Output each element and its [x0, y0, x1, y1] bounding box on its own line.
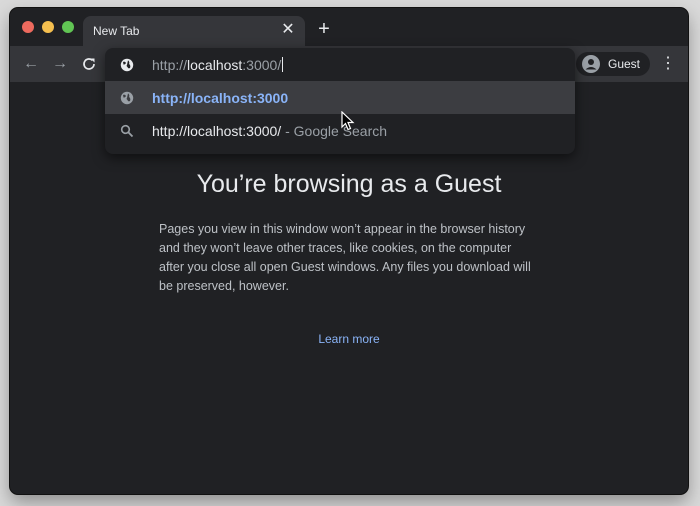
- suggestion-search[interactable]: http://localhost:3000/ - Google Search: [105, 114, 575, 147]
- learn-more-link[interactable]: Learn more: [10, 332, 688, 346]
- tab-new-tab[interactable]: New Tab ✕: [83, 16, 305, 46]
- close-window-button[interactable]: [22, 21, 34, 33]
- search-icon: [120, 124, 134, 138]
- address-scheme: http://: [152, 57, 188, 73]
- guest-description: Pages you view in this window won’t appe…: [159, 222, 531, 293]
- address-text: http://localhost:3000/: [152, 57, 284, 73]
- close-icon[interactable]: ✕: [279, 21, 297, 39]
- avatar-icon: [582, 55, 600, 73]
- arrow-left-icon[interactable]: ←: [19, 52, 43, 76]
- profile-button[interactable]: Guest: [576, 52, 650, 76]
- minimize-window-button[interactable]: [42, 21, 54, 33]
- suggestion-search-engine: - Google Search: [281, 123, 388, 139]
- tab-strip: New Tab ✕ +: [10, 8, 688, 46]
- suggestion-url[interactable]: http://localhost:3000: [105, 81, 575, 114]
- text-caret: [282, 57, 284, 72]
- reload-icon[interactable]: [77, 52, 101, 76]
- suggestion-search-query: http://localhost:3000/: [152, 123, 282, 139]
- maximize-window-button[interactable]: [62, 21, 74, 33]
- globe-icon: [120, 58, 134, 72]
- address-port: :3000/: [242, 57, 282, 73]
- page-heading: You’re browsing as a Guest: [196, 170, 502, 198]
- profile-label: Guest: [608, 57, 641, 71]
- address-host: localhost: [187, 57, 243, 73]
- plus-icon[interactable]: +: [314, 19, 334, 39]
- address-input[interactable]: http://localhost:3000/: [105, 48, 575, 81]
- globe-icon: [120, 91, 134, 105]
- more-vert-icon[interactable]: ⋮: [660, 52, 676, 76]
- browser-window: New Tab ✕ + ← → Guest ⋮ http://localhost…: [10, 8, 688, 494]
- tab-title: New Tab: [93, 24, 140, 38]
- suggestion-url-text: http://localhost:3000: [152, 90, 289, 106]
- arrow-right-icon[interactable]: →: [48, 52, 72, 76]
- mouse-pointer-icon: [341, 111, 355, 131]
- omnibox-dropdown: http://localhost:3000/ http://localhost:…: [105, 48, 575, 154]
